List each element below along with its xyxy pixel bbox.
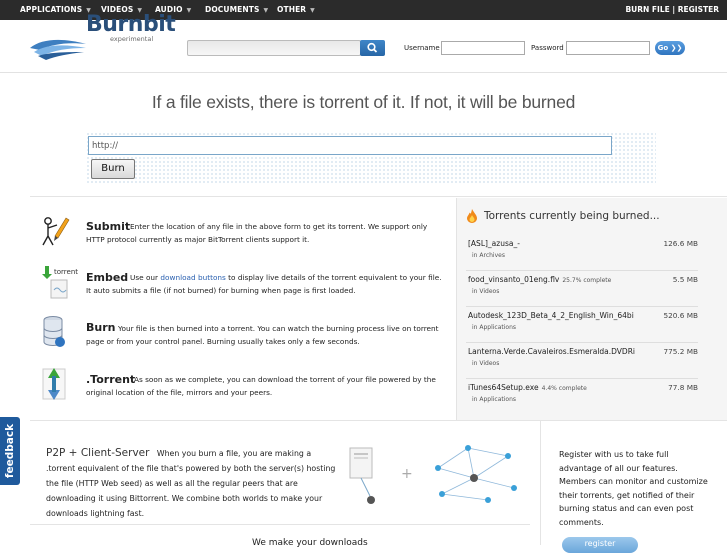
torrent-category: in Archives — [472, 252, 505, 259]
flame-icon — [467, 209, 477, 223]
feature-torrent-text: As soon as we complete, you can download… — [86, 375, 436, 397]
feature-embed-text: Use our download buttons to display live… — [86, 273, 442, 295]
torrent-size: 126.6 MB — [663, 239, 698, 248]
divider — [30, 196, 727, 197]
divider — [30, 420, 727, 421]
pencil-person-icon — [42, 217, 70, 246]
torrent-name[interactable]: iTunes64Setup.exe — [468, 383, 539, 392]
burnbit-logo-swoosh-icon — [30, 39, 86, 60]
nav-documents[interactable]: DOCUMENTS ▼ — [205, 0, 268, 20]
feature-burn-text: Your file is then burned into a torrent.… — [86, 324, 439, 346]
upload-download-arrows-icon — [42, 368, 66, 400]
torrent-row[interactable]: Lanterna.Verde.Cavaleiros.Esmeralda.DVDR… — [466, 342, 698, 379]
torrent-size: 775.2 MB — [663, 347, 698, 356]
torrent-size: 5.5 MB — [672, 275, 698, 284]
burn-button[interactable]: Burn — [91, 159, 135, 179]
torrent-name[interactable]: [ASL]_azusa_- — [468, 239, 520, 248]
search-input[interactable] — [187, 40, 361, 56]
torrent-name[interactable]: Lanterna.Verde.Cavaleiros.Esmeralda.DVDR… — [468, 347, 635, 356]
torrent-name[interactable]: food_vinsanto_01eng.flv — [468, 275, 559, 284]
torrent-progress: 25.7% complete — [562, 277, 612, 284]
download-buttons-link[interactable]: download buttons — [160, 273, 225, 282]
p2p-title: P2P + Client-Server — [46, 447, 150, 459]
burn-file-link[interactable]: BURN FILE — [625, 5, 669, 14]
password-field[interactable] — [566, 41, 650, 55]
divider — [540, 420, 541, 545]
section-heading: We make your downloads — [252, 538, 368, 548]
nav-separator: | — [672, 5, 676, 14]
torrent-category: in Videos — [472, 288, 500, 295]
torrent-row[interactable]: food_vinsanto_01eng.flv 25.7% complete in… — [466, 270, 698, 307]
torrent-category: in Videos — [472, 360, 500, 367]
tagline: If a file exists, there is torrent of it… — [151, 92, 576, 112]
torrent-progress: 4.4% complete — [541, 385, 587, 392]
chevron-down-icon: ▼ — [310, 7, 315, 14]
torrent-icon-label: torrent — [54, 268, 78, 276]
plus-sign: + — [401, 466, 413, 482]
search-icon — [367, 42, 378, 53]
search-button[interactable] — [360, 40, 385, 56]
url-input[interactable]: http:// — [88, 136, 612, 155]
divider — [30, 524, 530, 525]
feature-submit-text: Enter the location of any file in the ab… — [86, 222, 428, 244]
torrent-category: in Applications — [472, 324, 517, 331]
feedback-label: feedback — [4, 423, 16, 479]
nav-other[interactable]: OTHER ▼ — [277, 0, 315, 20]
username-label: Username — [404, 44, 440, 52]
p2p-section: P2P + Client-Server When you burn a file… — [46, 446, 336, 521]
torrent-size: 520.6 MB — [663, 311, 698, 320]
login-go-button[interactable]: Go ❯❯ — [655, 41, 685, 55]
chevron-down-icon: ▼ — [263, 7, 269, 14]
torrent-row[interactable]: Autodesk_123D_Beta_4_2_English_Win_64bi … — [466, 306, 698, 343]
logo-subtitle: experimental — [110, 35, 154, 43]
torrent-row[interactable]: [ASL]_azusa_- in Archives 126.6 MB — [466, 234, 698, 271]
password-label: Password — [531, 44, 564, 52]
torrent-row[interactable]: iTunes64Setup.exe 4.4% complete in Applic… — [466, 378, 698, 414]
chevron-down-icon: ▼ — [186, 7, 192, 14]
torrent-category: in Applications — [472, 396, 517, 403]
database-burn-icon — [43, 316, 65, 347]
register-promo: Register with us to take full advantage … — [559, 450, 708, 527]
register-button[interactable]: register — [562, 537, 638, 553]
logo[interactable]: Burnbit — [86, 12, 176, 37]
register-link[interactable]: REGISTER — [678, 5, 719, 14]
p2p-text: When you burn a file, you are making a .… — [46, 449, 336, 518]
server-icon — [349, 447, 375, 504]
peer-network-icon — [435, 445, 517, 503]
torrent-name[interactable]: Autodesk_123D_Beta_4_2_English_Win_64bi — [468, 311, 634, 320]
panel-title: Torrents currently being burned... — [484, 210, 660, 222]
username-field[interactable] — [441, 41, 525, 55]
account-links: BURN FILE | REGISTER — [625, 0, 719, 20]
torrent-download-icon: torrent — [40, 266, 78, 302]
nav-applications[interactable]: APPLICATIONS ▼ — [20, 0, 91, 20]
torrent-size: 77.8 MB — [668, 383, 698, 392]
